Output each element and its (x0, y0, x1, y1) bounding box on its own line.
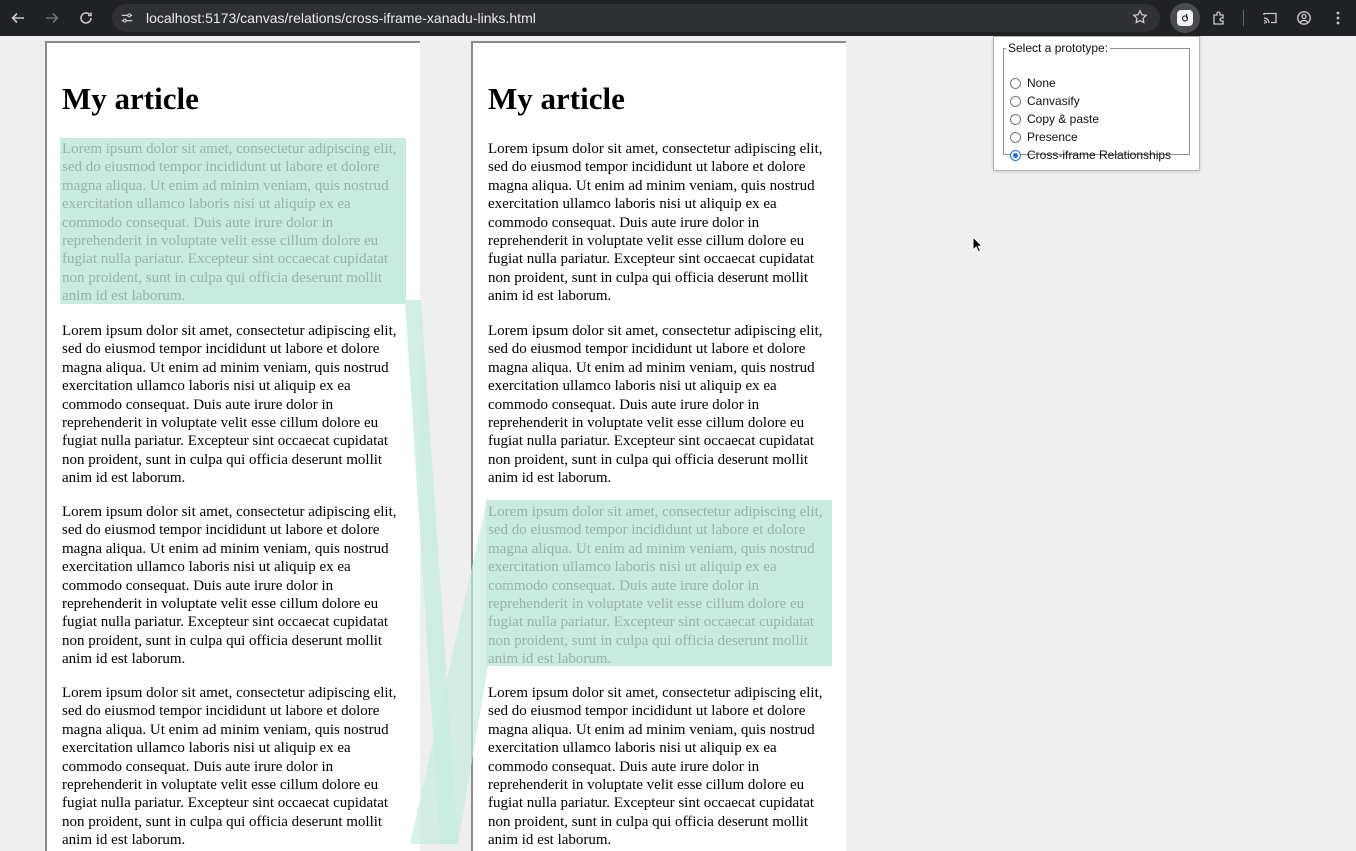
left-article-iframe: My article Lorem ipsum dolor sit amet, c… (45, 41, 420, 851)
puzzle-extensions-icon[interactable] (1207, 6, 1231, 30)
option-label: None (1027, 76, 1056, 90)
option-copy-paste[interactable]: Copy & paste (1010, 111, 1099, 127)
profile-icon[interactable] (1292, 6, 1316, 30)
article-paragraph: Lorem ipsum dolor sit amet, consectetur … (488, 323, 823, 487)
radio-button[interactable] (1010, 77, 1021, 89)
radio-button[interactable] (1010, 131, 1021, 143)
site-info-icon[interactable] (118, 9, 136, 27)
extension-active-icon[interactable] (1170, 3, 1200, 33)
article-title: My article (62, 81, 199, 116)
article-paragraph: Lorem ipsum dolor sit amet, consectetur … (488, 685, 823, 849)
option-label: Presence (1027, 130, 1078, 144)
toolbar-divider (1243, 10, 1244, 26)
radio-button-checked[interactable] (1010, 149, 1021, 161)
back-arrow-icon[interactable] (6, 6, 30, 30)
option-cross-iframe-relationships[interactable]: Cross-iframe Relationships (1010, 147, 1171, 163)
option-label: Copy & paste (1027, 112, 1100, 126)
prototype-legend: Select a prototype: (1008, 41, 1109, 55)
article-paragraph-highlighted: Lorem ipsum dolor sit amet, consectetur … (488, 504, 823, 668)
option-label: Cross-iframe Relationships (1027, 148, 1172, 162)
address-bar[interactable]: localhost:5173/canvas/relations/cross-if… (112, 4, 1160, 32)
mouse-cursor-icon (972, 236, 984, 253)
article-paragraph: Lorem ipsum dolor sit amet, consectetur … (62, 504, 397, 668)
option-none[interactable]: None (1010, 75, 1056, 91)
radio-button[interactable] (1010, 95, 1021, 107)
option-presence[interactable]: Presence (1010, 129, 1078, 145)
reload-icon[interactable] (74, 6, 98, 30)
more-menu-icon[interactable] (1326, 6, 1350, 30)
article-title: My article (488, 81, 625, 116)
radio-button[interactable] (1010, 113, 1021, 125)
article-paragraph: Lorem ipsum dolor sit amet, consectetur … (62, 685, 397, 849)
right-article-iframe: My article Lorem ipsum dolor sit amet, c… (471, 41, 846, 851)
option-label: Canvasify (1027, 94, 1080, 108)
article-paragraph: Lorem ipsum dolor sit amet, consectetur … (62, 323, 397, 487)
prototype-fieldset: Select a prototype: None Canvasify Copy … (1003, 41, 1190, 162)
option-canvasify[interactable]: Canvasify (1010, 93, 1080, 109)
bookmark-star-icon[interactable] (1132, 9, 1150, 27)
article-paragraph: Lorem ipsum dolor sit amet, consectetur … (488, 141, 823, 305)
prototype-selector-popup: Select a prototype: None Canvasify Copy … (993, 36, 1200, 171)
forward-arrow-icon[interactable] (40, 6, 64, 30)
cast-icon[interactable] (1258, 6, 1282, 30)
article-paragraph-highlighted: Lorem ipsum dolor sit amet, consectetur … (62, 141, 397, 305)
browser-toolbar: localhost:5173/canvas/relations/cross-if… (0, 0, 1356, 36)
url-text[interactable]: localhost:5173/canvas/relations/cross-if… (146, 10, 536, 26)
